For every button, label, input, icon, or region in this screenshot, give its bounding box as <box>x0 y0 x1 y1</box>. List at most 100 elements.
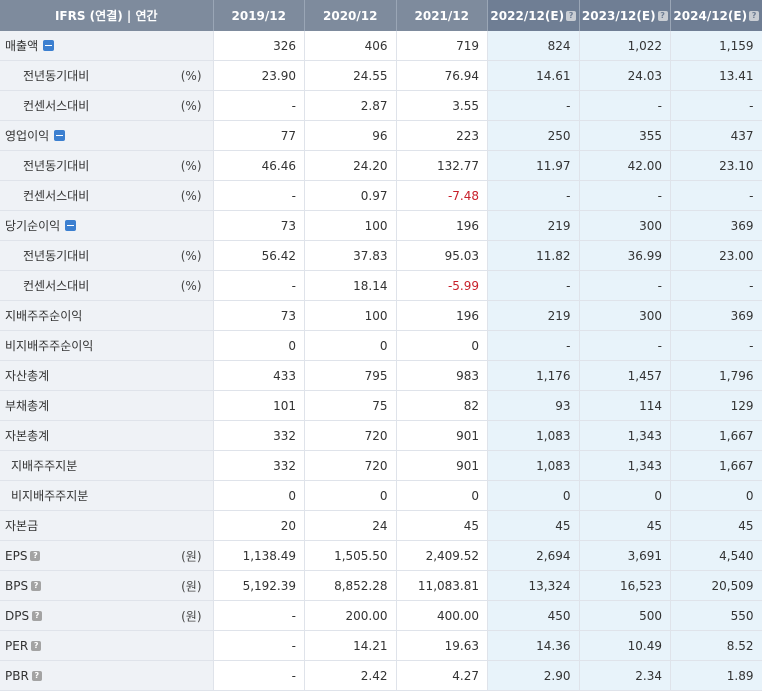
row-label-cell: 전년동기대비(%) <box>0 151 213 181</box>
help-icon[interactable]: ? <box>30 551 40 561</box>
period-label: 2022/12(E) <box>490 9 564 23</box>
table-row: 컨센서스대비(%)-0.97-7.48--- <box>0 181 762 211</box>
estimate-value-cell: 45 <box>671 511 762 541</box>
estimate-value-cell: 13.41 <box>671 61 762 91</box>
value-cell: 196 <box>396 211 488 241</box>
value-cell: 0 <box>305 481 397 511</box>
estimate-value-cell: - <box>579 271 671 301</box>
row-label: 당기순이익 <box>0 217 60 234</box>
value-cell: 2.87 <box>305 91 397 121</box>
value-cell: 82 <box>396 391 488 421</box>
help-icon[interactable]: ? <box>749 11 759 21</box>
row-label-cell: 자산총계 <box>0 361 213 391</box>
help-icon[interactable]: ? <box>32 671 42 681</box>
value-cell: 100 <box>305 211 397 241</box>
table-row: 전년동기대비(%)56.4237.8395.0311.8236.9923.00 <box>0 241 762 271</box>
estimate-value-cell: 11.82 <box>488 241 580 271</box>
table-row: 영업이익7796223250355437 <box>0 121 762 151</box>
value-cell: 720 <box>305 421 397 451</box>
row-label: 자본금 <box>0 517 38 534</box>
row-label: PBR <box>0 669 29 683</box>
table-row: 지배주주지분3327209011,0831,3431,667 <box>0 451 762 481</box>
unit-label: (%) <box>181 249 202 263</box>
table-row: PER?-14.2119.6314.3610.498.52 <box>0 631 762 661</box>
table-header-row: IFRS (연결) | 연간 2019/12 2020/12 2021/12 2… <box>0 0 762 31</box>
estimate-value-cell: - <box>671 91 762 121</box>
financial-summary-table: IFRS (연결) | 연간 2019/12 2020/12 2021/12 2… <box>0 0 762 691</box>
value-cell: 77 <box>213 121 305 151</box>
estimate-value-cell: 437 <box>671 121 762 151</box>
unit-label: (원) <box>181 547 201 564</box>
value-cell: 433 <box>213 361 305 391</box>
period-label: 2023/12(E) <box>582 9 656 23</box>
table-row: BPS?(원)5,192.398,852.2811,083.8113,32416… <box>0 571 762 601</box>
estimate-value-cell: 11.97 <box>488 151 580 181</box>
table-row: DPS?(원)-200.00400.00450500550 <box>0 601 762 631</box>
period-header-estimate: 2023/12(E)? <box>579 0 671 31</box>
help-icon[interactable]: ? <box>566 11 576 21</box>
row-label-cell: 당기순이익 <box>0 211 213 241</box>
unit-label: (%) <box>181 159 202 173</box>
row-label-cell: 부채총계 <box>0 391 213 421</box>
row-label: DPS <box>0 609 29 623</box>
help-icon[interactable]: ? <box>31 641 41 651</box>
table-row: 컨센서스대비(%)-18.14-5.99--- <box>0 271 762 301</box>
estimate-value-cell: 1,457 <box>579 361 671 391</box>
value-cell: 196 <box>396 301 488 331</box>
row-label: 컨센서스대비 <box>0 277 89 294</box>
help-icon[interactable]: ? <box>31 581 41 591</box>
table-row: 비지배주주지분000000 <box>0 481 762 511</box>
estimate-value-cell: 20,509 <box>671 571 762 601</box>
period-header: 2021/12 <box>396 0 488 31</box>
row-label: PER <box>0 639 28 653</box>
row-label: 지배주주순이익 <box>0 307 82 324</box>
table-row: 부채총계101758293114129 <box>0 391 762 421</box>
value-cell: 326 <box>213 31 305 61</box>
estimate-value-cell: 2,694 <box>488 541 580 571</box>
value-cell: 101 <box>213 391 305 421</box>
estimate-value-cell: 1,796 <box>671 361 762 391</box>
value-cell: 132.77 <box>396 151 488 181</box>
value-cell: 73 <box>213 301 305 331</box>
help-icon[interactable]: ? <box>32 611 42 621</box>
value-cell: 1,505.50 <box>305 541 397 571</box>
value-cell: 901 <box>396 451 488 481</box>
estimate-value-cell: 219 <box>488 211 580 241</box>
collapse-toggle-icon[interactable] <box>54 130 65 141</box>
value-cell: - <box>213 181 305 211</box>
estimate-value-cell: 0 <box>579 481 671 511</box>
value-cell: 18.14 <box>305 271 397 301</box>
collapse-toggle-icon[interactable] <box>43 40 54 51</box>
estimate-value-cell: - <box>671 181 762 211</box>
help-icon[interactable]: ? <box>658 11 668 21</box>
value-cell: 8,852.28 <box>305 571 397 601</box>
period-header-estimate: 2024/12(E)? <box>671 0 762 31</box>
row-label-cell: 자본금 <box>0 511 213 541</box>
row-label: 자본총계 <box>0 427 49 444</box>
unit-label: (%) <box>181 279 202 293</box>
estimate-value-cell: 355 <box>579 121 671 151</box>
table-row: PBR?-2.424.272.902.341.89 <box>0 661 762 691</box>
table-row: 자본금202445454545 <box>0 511 762 541</box>
row-label: 비지배주주순이익 <box>0 337 93 354</box>
estimate-value-cell: 1,083 <box>488 421 580 451</box>
table-row: 컨센서스대비(%)-2.873.55--- <box>0 91 762 121</box>
table-row: 전년동기대비(%)23.9024.5576.9414.6124.0313.41 <box>0 61 762 91</box>
table-row: 지배주주순이익73100196219300369 <box>0 301 762 331</box>
estimate-value-cell: 1,159 <box>671 31 762 61</box>
value-cell: 1,138.49 <box>213 541 305 571</box>
value-cell: 223 <box>396 121 488 151</box>
value-cell: - <box>213 601 305 631</box>
estimate-value-cell: 23.00 <box>671 241 762 271</box>
estimate-value-cell: 13,324 <box>488 571 580 601</box>
value-cell: 0 <box>305 331 397 361</box>
period-header-estimate: 2022/12(E)? <box>488 0 580 31</box>
collapse-toggle-icon[interactable] <box>65 220 76 231</box>
row-label-cell: 영업이익 <box>0 121 213 151</box>
estimate-value-cell: 369 <box>671 211 762 241</box>
row-label: 비지배주주지분 <box>0 487 88 504</box>
unit-label: (%) <box>181 69 202 83</box>
value-cell: 14.21 <box>305 631 397 661</box>
estimate-value-cell: 369 <box>671 301 762 331</box>
estimate-value-cell: 824 <box>488 31 580 61</box>
